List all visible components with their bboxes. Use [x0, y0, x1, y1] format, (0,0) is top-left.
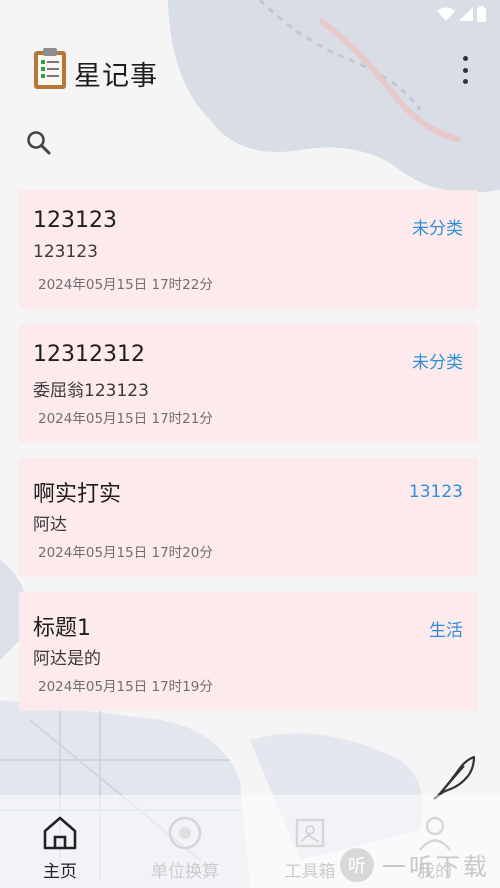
note-card[interactable]: 123123 123123 2024年05月15日 17时22分 未分类: [19, 190, 478, 309]
dot: [462, 67, 468, 73]
note-date: 2024年05月15日 17时21分: [38, 411, 213, 427]
note-category: 未分类: [412, 353, 463, 373]
search-icon[interactable]: [25, 129, 53, 157]
note-category: 生活: [429, 621, 463, 641]
note-card[interactable]: 标题1 阿达是的 2024年05月15日 17时19分 生活: [19, 592, 478, 711]
nav-unit-convert[interactable]: 单位换算: [125, 795, 245, 888]
note-date: 2024年05月15日 17时19分: [38, 679, 213, 695]
note-date: 2024年05月15日 17时20分: [38, 545, 213, 561]
note-card[interactable]: 啊实打实 阿达 2024年05月15日 17时20分 13123: [19, 458, 478, 577]
clipboard-logo-icon: [34, 48, 66, 89]
home-icon: [43, 816, 77, 850]
nav-home[interactable]: 主页: [0, 795, 120, 888]
overflow-menu-button[interactable]: [458, 56, 472, 84]
dot: [462, 79, 468, 84]
battery-icon: [477, 6, 486, 22]
note-body: 阿达是的: [33, 649, 101, 669]
watermark-badge: 听: [340, 847, 374, 882]
wifi-icon: [437, 7, 455, 21]
note-card[interactable]: 12312312 委屈翁123123 2024年05月15日 17时21分 未分…: [19, 324, 478, 443]
app-title: 星记事: [74, 61, 158, 92]
status-bar: [0, 0, 500, 28]
nav-home-label: 主页: [43, 862, 77, 882]
unit-convert-icon: [168, 816, 202, 850]
toolbox-icon: [295, 818, 325, 848]
note-category: 13123: [408, 482, 463, 502]
note-body: 123123: [33, 242, 98, 262]
note-category: 未分类: [412, 219, 463, 239]
nav-unit-convert-label: 单位换算: [151, 862, 219, 882]
dot: [462, 56, 468, 61]
note-body: 委屈翁123123: [33, 381, 149, 401]
note-title: 123123: [33, 208, 117, 233]
note-date: 2024年05月15日 17时22分: [38, 277, 213, 293]
watermark-text: 一听下载: [382, 853, 490, 881]
note-title: 标题1: [33, 616, 91, 641]
notes-list: 123123 123123 2024年05月15日 17时22分 未分类 123…: [19, 190, 478, 726]
signal-icon: [459, 7, 473, 21]
note-title: 12312312: [33, 342, 145, 367]
watermark: 听 一听下载: [340, 847, 490, 882]
note-body: 阿达: [33, 515, 67, 535]
note-title: 啊实打实: [33, 482, 122, 507]
app-bar: 星记事: [0, 44, 500, 100]
